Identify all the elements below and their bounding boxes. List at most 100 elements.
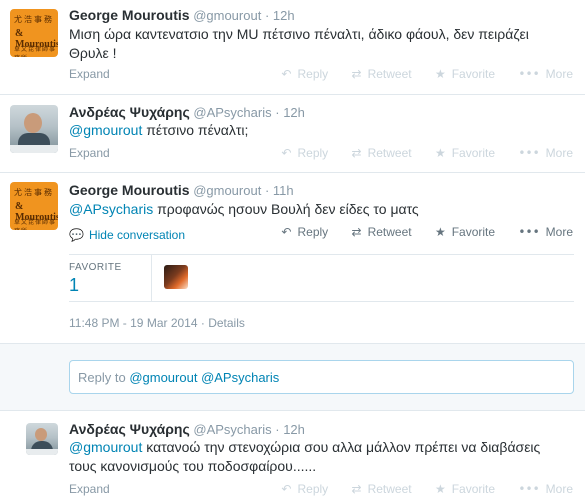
avatar-photo-part	[26, 449, 58, 455]
reply-arrow-icon: ↶	[281, 482, 292, 496]
reply-prefix: Reply to	[78, 370, 130, 385]
fullname[interactable]: George Mouroutis	[69, 182, 190, 198]
tweet-text-line: προφανώς ησουν Βουλή δεν είδες το ματς	[153, 201, 419, 217]
username[interactable]: @APsycharis	[193, 422, 271, 437]
more-button[interactable]: ••• More	[518, 67, 573, 81]
tweet-text-line: Μιση ώρα καντενατσιο την MU πέτσινο πένα…	[69, 26, 529, 42]
tweet-actions: ↶ Reply ⇄ Retweet ★ Favorite ••• More	[261, 225, 573, 239]
tweet[interactable]: Ανδρέας Ψυχάρης @APsycharis · 12h @gmour…	[0, 411, 585, 503]
username[interactable]: @gmourout	[193, 183, 261, 198]
fullname[interactable]: George Mouroutis	[69, 7, 190, 23]
avatar-logo-text: 尤浩事務	[14, 15, 54, 24]
more-dots-icon: •••	[518, 67, 540, 81]
favorite-count[interactable]: 1	[69, 275, 79, 296]
mention-link[interactable]: @gmourout	[69, 439, 142, 455]
avatar-photo-part	[10, 145, 58, 153]
timestamp-link[interactable]: 12h	[283, 422, 305, 437]
avatar[interactable]: 尤浩事務 & Mouroutis 卓文昆律師事務所	[10, 182, 58, 230]
more-dots-icon: •••	[518, 482, 540, 496]
tweet-text-line: κατανοώ την στενοχώρια σου αλλα μάλλον π…	[142, 439, 541, 455]
tweet-header: George Mouroutis @gmourout · 11h	[69, 182, 294, 198]
more-label: More	[545, 67, 573, 81]
favorite-button[interactable]: ★ Favorite	[435, 67, 495, 81]
timestamp-link[interactable]: 12h	[283, 105, 305, 120]
expand-link[interactable]: Expand	[69, 67, 110, 81]
fullname[interactable]: Ανδρέας Ψυχάρης	[69, 421, 190, 437]
avatar-logo-text: 卓文昆律師事務所	[14, 219, 57, 230]
avatar[interactable]	[26, 423, 58, 455]
tweet-text: @gmourout πέτσινο πέναλτι;	[69, 121, 573, 140]
reply-input[interactable]: Reply to @gmourout @APsycharis	[69, 360, 574, 394]
more-button[interactable]: ••• More	[518, 146, 573, 160]
mention-link[interactable]: @APsycharis	[69, 201, 153, 217]
retweet-label: Retweet	[367, 482, 412, 496]
retweet-button[interactable]: ⇄ Retweet	[352, 225, 412, 239]
reply-placeholder: Reply to @gmourout @APsycharis	[78, 370, 279, 385]
favorite-stat-label: FAVORITE	[69, 262, 122, 273]
reply-label: Reply	[297, 225, 329, 239]
hide-conversation-link[interactable]: 💬 Hide conversation	[69, 228, 185, 242]
reply-arrow-icon: ↶	[281, 146, 292, 160]
tweet-text-line: πέτσινο πέναλτι;	[142, 122, 249, 138]
more-button[interactable]: ••• More	[518, 225, 573, 239]
favorite-button[interactable]: ★ Favorite	[435, 225, 495, 239]
favorite-label: Favorite	[451, 225, 496, 239]
star-icon: ★	[434, 225, 446, 239]
reply-area: Reply to @gmourout @APsycharis	[0, 343, 585, 411]
tweet-timestamp-line: 11:48 PM - 19 Mar 2014 · Details	[69, 316, 245, 330]
tweet-actions: ↶ Reply ⇄ Retweet ★ Favorite ••• More	[261, 146, 573, 160]
retweet-icon: ⇄	[351, 225, 362, 239]
tweet[interactable]: 尤浩事務 & Mouroutis 卓文昆律師事務所 George Mourout…	[0, 0, 585, 94]
expand-link[interactable]: Expand	[69, 146, 110, 160]
favorite-button[interactable]: ★ Favorite	[435, 146, 495, 160]
username[interactable]: @APsycharis	[193, 105, 271, 120]
more-dots-icon: •••	[518, 225, 540, 239]
separator-dot: ·	[264, 183, 270, 198]
favorite-button[interactable]: ★ Favorite	[435, 482, 495, 496]
hide-conversation-label: Hide conversation	[88, 228, 186, 242]
fullname[interactable]: Ανδρέας Ψυχάρης	[69, 104, 190, 120]
retweet-button[interactable]: ⇄ Retweet	[352, 146, 412, 160]
username[interactable]: @gmourout	[193, 8, 261, 23]
reply-mention: @gmourout	[129, 370, 198, 385]
reply-arrow-icon: ↶	[281, 225, 292, 239]
avatar[interactable]	[10, 105, 58, 153]
reply-button[interactable]: ↶ Reply	[281, 482, 328, 496]
tweet[interactable]: Ανδρέας Ψυχάρης @APsycharis · 12h @gmour…	[0, 95, 585, 172]
avatar-photo-part	[35, 428, 47, 441]
retweet-icon: ⇄	[351, 146, 362, 160]
full-timestamp[interactable]: 11:48 PM - 19 Mar 2014	[69, 316, 198, 330]
reply-label: Reply	[297, 67, 329, 81]
tweet-header: Ανδρέας Ψυχάρης @APsycharis · 12h	[69, 421, 305, 437]
reply-button[interactable]: ↶ Reply	[281, 67, 328, 81]
retweet-button[interactable]: ⇄ Retweet	[352, 67, 412, 81]
reply-mention: @APsycharis	[201, 370, 280, 385]
avatar[interactable]: 尤浩事務 & Mouroutis 卓文昆律師事務所	[10, 9, 58, 57]
tweet-text: @APsycharis προφανώς ησουν Βουλή δεν είδ…	[69, 200, 573, 219]
star-icon: ★	[434, 482, 446, 496]
tweet-actions: ↶ Reply ⇄ Retweet ★ Favorite ••• More	[261, 67, 573, 81]
avatar-logo-text: 卓文昆律師事務所	[14, 46, 57, 57]
retweet-label: Retweet	[367, 67, 412, 81]
more-button[interactable]: ••• More	[518, 482, 573, 496]
tweet-text: Μιση ώρα καντενατσιο την MU πέτσινο πένα…	[69, 25, 573, 63]
retweet-button[interactable]: ⇄ Retweet	[352, 482, 412, 496]
reply-label: Reply	[297, 146, 329, 160]
speech-bubble-icon: 💬	[69, 228, 84, 242]
tweet-stats: FAVORITE 1	[69, 254, 574, 302]
favorite-label: Favorite	[451, 146, 496, 160]
retweet-label: Retweet	[367, 146, 412, 160]
separator-dot: ·	[275, 105, 280, 120]
reply-arrow-icon: ↶	[281, 67, 292, 81]
retweet-icon: ⇄	[351, 482, 362, 496]
favorite-label: Favorite	[451, 482, 496, 496]
timestamp-link[interactable]: 12h	[273, 8, 295, 23]
favoriter-avatar[interactable]	[164, 265, 188, 289]
reply-button[interactable]: ↶ Reply	[281, 146, 328, 160]
reply-button[interactable]: ↶ Reply	[281, 225, 328, 239]
mention-link[interactable]: @gmourout	[69, 122, 142, 138]
timestamp-link[interactable]: 11h	[273, 183, 294, 198]
details-link[interactable]: Details	[208, 316, 245, 330]
expand-link[interactable]: Expand	[69, 482, 110, 496]
more-dots-icon: •••	[518, 146, 540, 160]
